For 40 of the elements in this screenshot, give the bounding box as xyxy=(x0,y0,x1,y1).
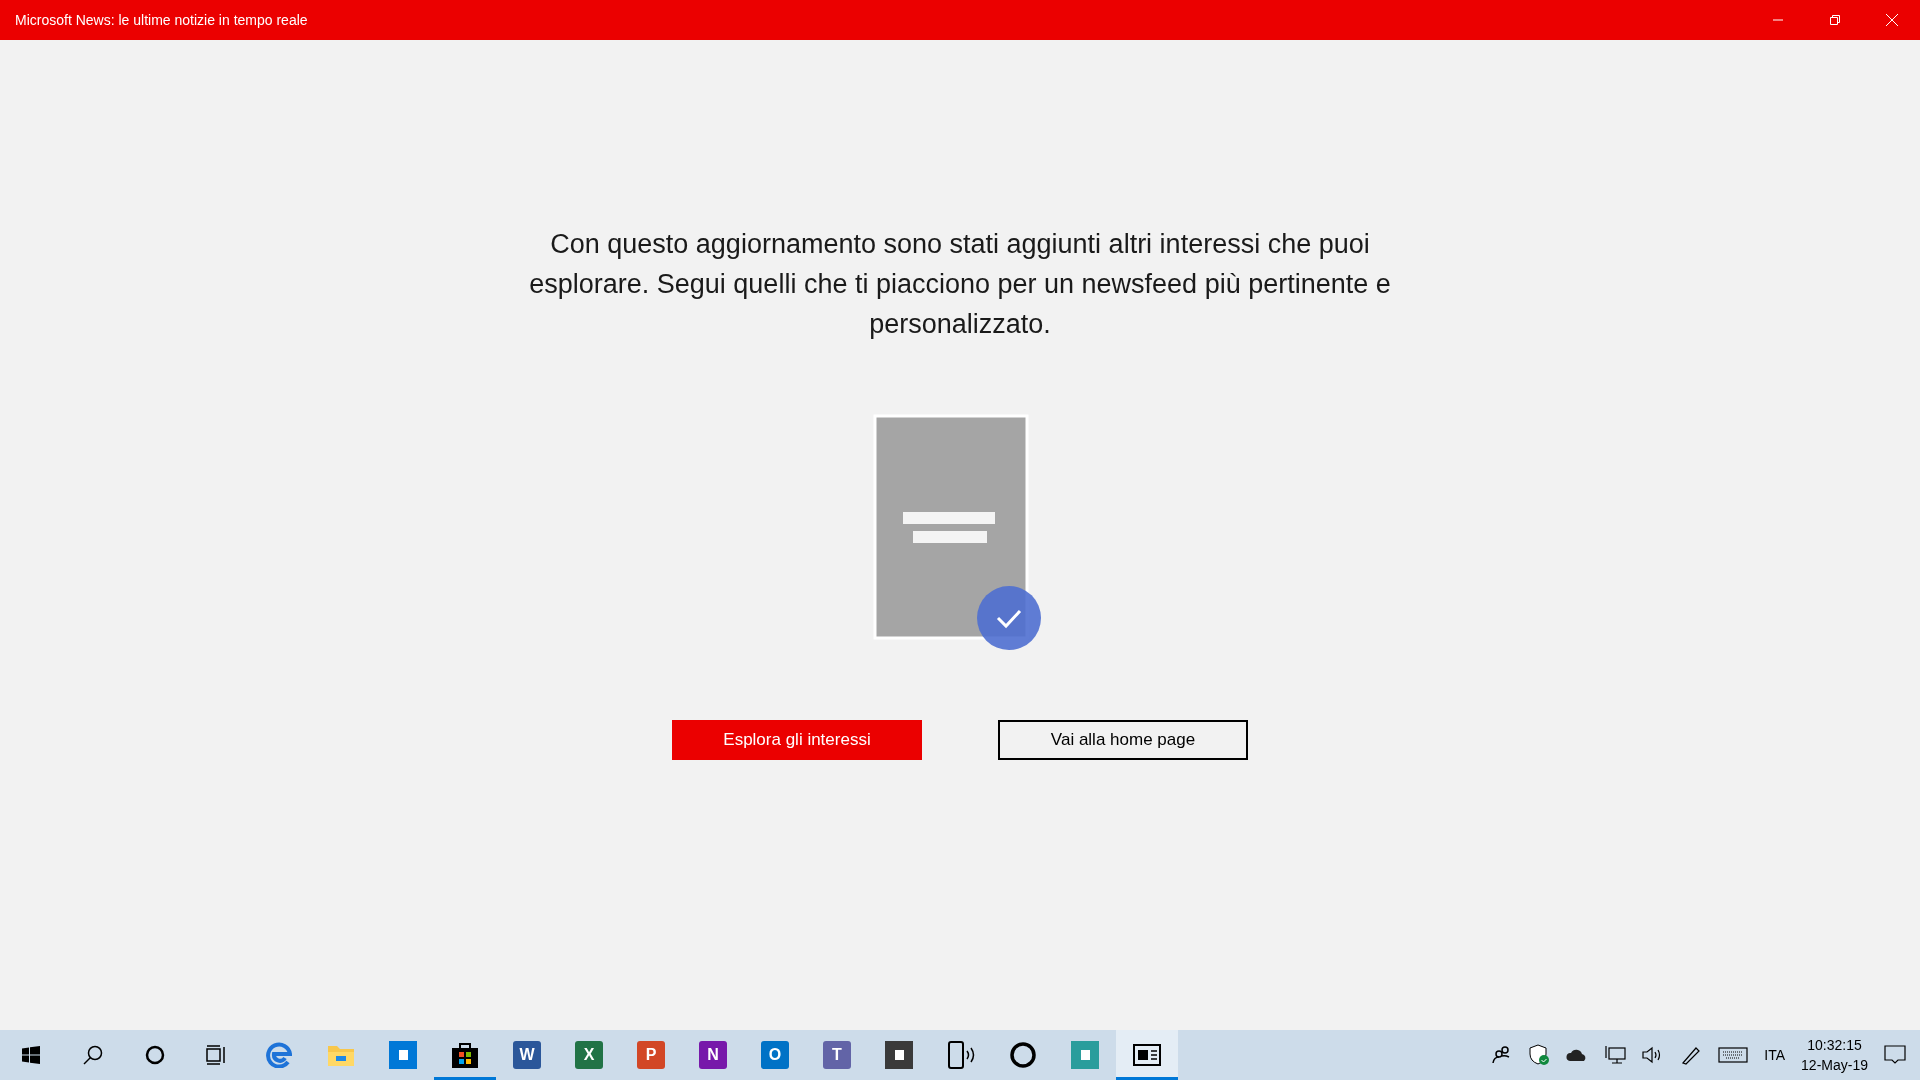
update-message: Con questo aggiornamento sono stati aggiunti altri interessi che puoi esplorare. Segui quelli che ti piacciono per un newsfeed più pertinente e personalizzato. xyxy=(528,228,1392,341)
app-logo-icon: O xyxy=(761,1041,789,1069)
taskbar-button[interactable]: O xyxy=(744,1030,806,1080)
keyboard-icon xyxy=(1718,1047,1749,1063)
home-page-button[interactable]: Vai alla home page xyxy=(998,720,1248,760)
windows-logo-icon xyxy=(22,1046,40,1064)
app-logo-icon: W xyxy=(513,1041,541,1069)
newspaper-icon xyxy=(1133,1044,1161,1066)
app-logo-icon: T xyxy=(823,1041,851,1069)
time-text: 10:32:15 xyxy=(1807,1036,1862,1055)
taskbar-button[interactable]: P xyxy=(620,1030,682,1080)
app-tile-icon xyxy=(1071,1041,1099,1069)
app-logo-icon: P xyxy=(637,1041,665,1069)
date-text: 12-May-19 xyxy=(1801,1056,1868,1075)
shopping-bag-icon xyxy=(451,1041,479,1069)
network-icon xyxy=(1604,1045,1627,1065)
folder-icon xyxy=(327,1043,355,1067)
taskbar-button[interactable]: X xyxy=(558,1030,620,1080)
app-tile-icon xyxy=(885,1041,913,1069)
window-title: Microsoft News: le ultime notizie in tempo reale xyxy=(14,12,309,28)
notifications-icon[interactable] xyxy=(1884,1045,1906,1065)
clock[interactable]: 10:32:15 12-May-19 xyxy=(1801,1035,1868,1075)
shield-icon xyxy=(1528,1044,1551,1066)
app-logo-icon: X xyxy=(575,1041,603,1069)
taskbar-button[interactable]: N xyxy=(682,1030,744,1080)
task-view-icon xyxy=(206,1045,228,1065)
app-logo-icon: N xyxy=(699,1041,727,1069)
close-icon xyxy=(1885,14,1898,26)
phone-icon xyxy=(946,1041,976,1069)
restore-icon xyxy=(1829,15,1840,25)
taskbar-button[interactable] xyxy=(1116,1030,1178,1080)
ring-icon xyxy=(1009,1041,1037,1069)
circle-icon xyxy=(145,1045,165,1065)
search-icon xyxy=(82,1044,104,1066)
app-tile-icon xyxy=(389,1041,417,1069)
explore-button[interactable]: Esplora gli interessi xyxy=(672,720,922,760)
language-indicator[interactable]: ITA xyxy=(1764,1047,1786,1063)
taskbar-button[interactable]: T xyxy=(806,1030,868,1080)
taskbar-button[interactable]: W xyxy=(496,1030,558,1080)
browser-icon xyxy=(266,1042,292,1068)
